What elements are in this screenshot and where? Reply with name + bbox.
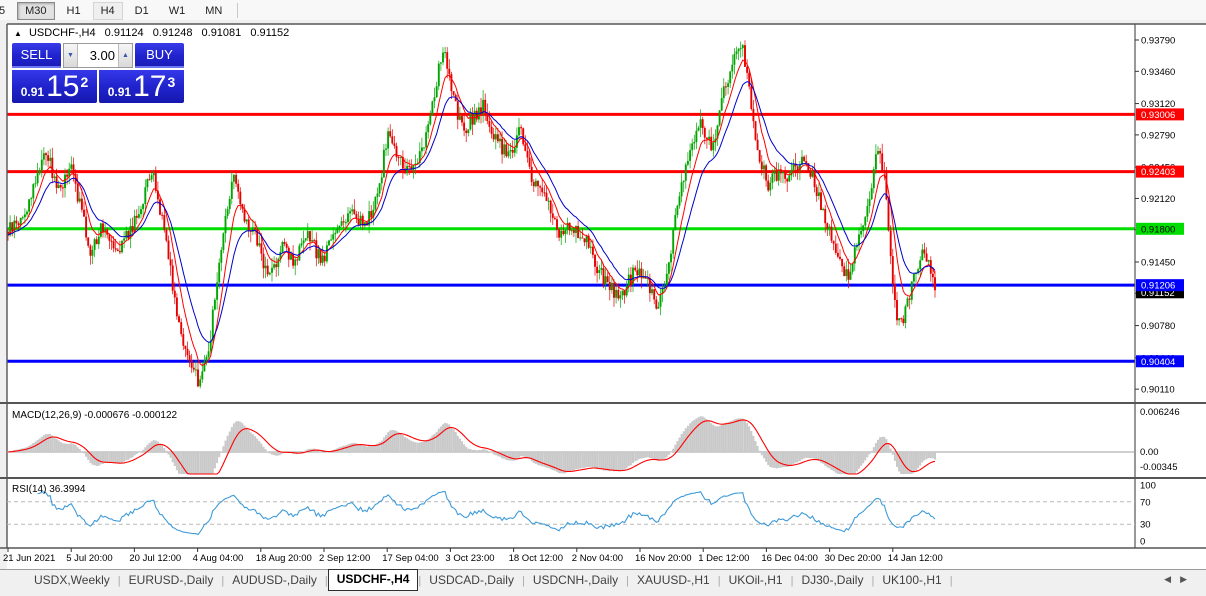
buy-price-pip-digit: 3 [167,74,175,90]
time-tick-label: 14 Jan 12:00 [888,553,943,564]
tabs-scroll-right-icon[interactable]: ▶ [1180,574,1196,584]
tab-separator: | [950,575,953,587]
sell-button-label: SELL [21,47,53,62]
timeframe-button-h1[interactable]: H1 [59,2,89,20]
time-tick-label: 20 Jul 12:00 [129,553,181,564]
buy-price-prefix: 0.91 [108,85,131,99]
time-tick-label: 2 Nov 04:00 [572,553,623,564]
arrow-up-icon: ▲ [122,52,129,59]
buy-price[interactable]: 0.91 17 3 [99,70,184,103]
price-tick-label: 0.93460 [1141,67,1175,78]
price-level-text: 0.91206 [1141,281,1175,292]
rsi-scale-label: 0 [1140,537,1145,548]
rsi-label: RSI(14) 36.3994 [12,484,86,495]
chart-tab-eurusd-daily[interactable]: EURUSD-,Daily [121,570,222,592]
timeframe-toolbar: 5M30 H1H4D1W1MN [0,0,1206,21]
rsi-scale-label: 70 [1140,497,1151,508]
chart-tab-usdchf-h4[interactable]: USDCHF-,H4 [328,569,419,591]
trading-platform-window: 5M30H1H4D1W1MN 0.937900.934600.931200.92… [0,0,1206,596]
time-tick-label: 16 Nov 20:00 [635,553,692,564]
time-tick-label: 4 Aug 04:00 [193,553,244,564]
sell-button[interactable]: SELL [12,43,61,68]
chart-tab-ukoil-h1[interactable]: UKOil-,H1 [721,570,791,592]
chart-tab-usdx-weekly[interactable]: USDX,Weekly [26,570,118,592]
macd-scale-label: 0.006246 [1140,407,1180,418]
chart-tabs-bar: ◀▶ USDX,Weekly|EURUSD-,Daily|AUDUSD-,Dai… [0,569,1206,591]
price-tick-label: 0.90780 [1141,321,1175,332]
collapse-triangle-icon[interactable]: ▲ [14,29,22,38]
price-tick-label: 0.92120 [1141,194,1175,205]
chart-tab-usdcnh-daily[interactable]: USDCNH-,Daily [525,570,626,592]
close-value: 0.91152 [250,27,289,39]
arrow-down-icon: ▼ [67,52,74,59]
price-level-text: 0.90404 [1141,357,1175,368]
price-tick-label: 0.93790 [1141,36,1175,47]
chart-tab-audusd-daily[interactable]: AUDUSD-,Daily [224,570,325,592]
time-tick-label: 1 Dec 12:00 [698,553,749,564]
chart-tab-dj30-daily[interactable]: DJ30-,Daily [793,570,871,592]
volume-stepper: ▼ ▲ [63,43,133,68]
timeframe-button-m30[interactable]: M30 [17,2,54,20]
buy-button-label: BUY [146,47,173,62]
sell-price[interactable]: 0.91 15 2 [12,70,97,103]
time-tick-label: 17 Sep 04:00 [382,553,439,564]
price-tick-label: 0.90110 [1141,385,1175,396]
macd-label: MACD(12,26,9) -0.000676 -0.000122 [12,410,178,421]
timeframe-button-5[interactable]: 5 [0,2,13,20]
macd-scale-label: -0.00345 [1140,462,1178,473]
timeframe-button-h4[interactable]: H4 [93,2,123,20]
buy-button[interactable]: BUY [135,43,184,68]
timeframe-button-d1[interactable]: D1 [127,2,157,20]
time-tick-label: 3 Oct 23:00 [445,553,494,564]
timeframe-button-mn[interactable]: MN [197,2,230,20]
high-value: 0.91248 [153,27,193,39]
chart-window: 0.937900.934600.931200.927900.924500.921… [0,20,1206,569]
price-level-text: 0.93006 [1141,110,1175,121]
open-value: 0.91124 [105,27,144,39]
time-tick-label: 18 Aug 20:00 [256,553,312,564]
tabs-scroll-left-icon[interactable]: ◀ [1164,574,1180,584]
time-tick-label: 18 Oct 12:00 [509,553,563,564]
price-tick-label: 0.92790 [1141,130,1175,141]
sell-price-prefix: 0.91 [21,85,44,99]
time-tick-label: 30 Dec 20:00 [825,553,882,564]
sell-price-pip-digit: 2 [80,74,88,90]
volume-input[interactable] [78,44,118,67]
time-tick-label: 21 Jun 2021 [3,553,55,564]
price-level-text: 0.91800 [1141,224,1175,235]
timeframe-button-w1[interactable]: W1 [161,2,194,20]
volume-decrease-button[interactable]: ▼ [64,44,78,67]
sell-price-big-digits: 15 [46,72,79,102]
low-value: 0.91081 [202,27,242,39]
price-level-text: 0.92403 [1141,167,1175,178]
chart-tab-uk100-h1[interactable]: UK100-,H1 [874,570,949,592]
chart-tab-xauusd-h1[interactable]: XAUUSD-,H1 [629,570,718,592]
one-click-trade-panel: SELL ▼ ▲ BUY 0.91 15 2 0.91 17 3 [12,43,184,103]
time-tick-label: 2 Sep 12:00 [319,553,370,564]
chart-tab-usdcad-daily[interactable]: USDCAD-,Daily [421,570,522,592]
rsi-scale-label: 30 [1140,520,1151,531]
time-tick-label: 5 Jul 20:00 [66,553,112,564]
time-tick-label: 16 Dec 04:00 [761,553,818,564]
volume-increase-button[interactable]: ▲ [118,44,132,67]
tabs-scroll-arrows[interactable]: ◀▶ [1164,574,1196,585]
macd-scale-label: 0.00 [1140,447,1159,458]
symbol-period-label: USDCHF-,H4 [29,27,96,39]
buy-price-big-digits: 17 [133,72,166,102]
quote-header: ▲ USDCHF-,H4 0.91124 0.91248 0.91081 0.9… [14,27,289,39]
rsi-scale-label: 100 [1140,481,1156,492]
price-tick-label: 0.91450 [1141,258,1175,269]
toolbar-separator [237,3,238,18]
